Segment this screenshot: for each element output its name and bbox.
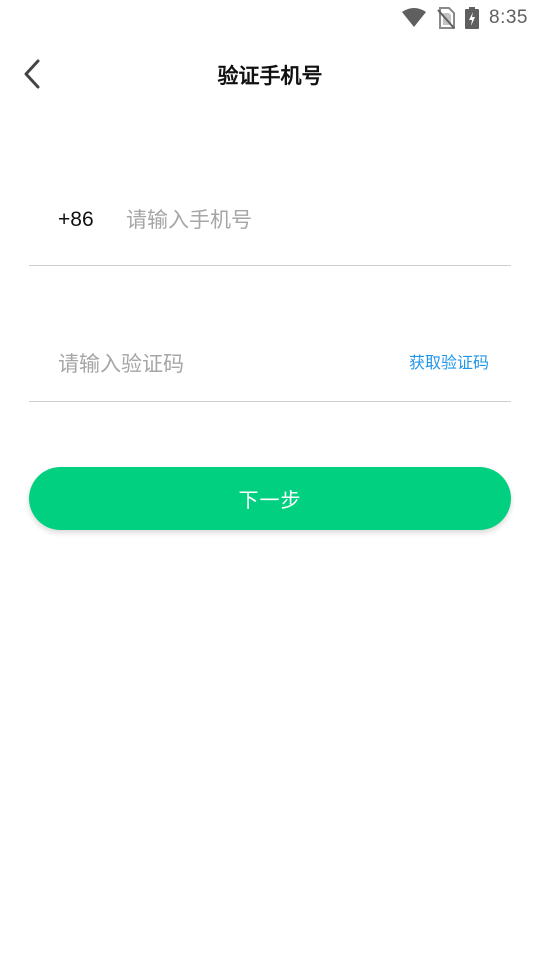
country-code[interactable]: +86	[58, 206, 94, 234]
phone-field-row: +86	[29, 186, 511, 266]
next-button[interactable]: 下一步	[29, 467, 511, 530]
no-sim-icon	[437, 7, 456, 29]
status-time: 8:35	[489, 7, 528, 28]
verification-code-input[interactable]	[58, 344, 358, 384]
nav-bar: 验证手机号	[0, 46, 540, 106]
verification-field-row: 获取验证码	[29, 322, 511, 402]
phone-input[interactable]	[126, 200, 496, 240]
get-code-button[interactable]: 获取验证码	[409, 352, 489, 374]
status-icons: 8:35	[401, 5, 528, 31]
wifi-icon	[401, 8, 427, 28]
status-bar: 8:35	[0, 0, 540, 36]
battery-charging-icon	[465, 7, 480, 29]
page-title: 验证手机号	[217, 64, 323, 88]
